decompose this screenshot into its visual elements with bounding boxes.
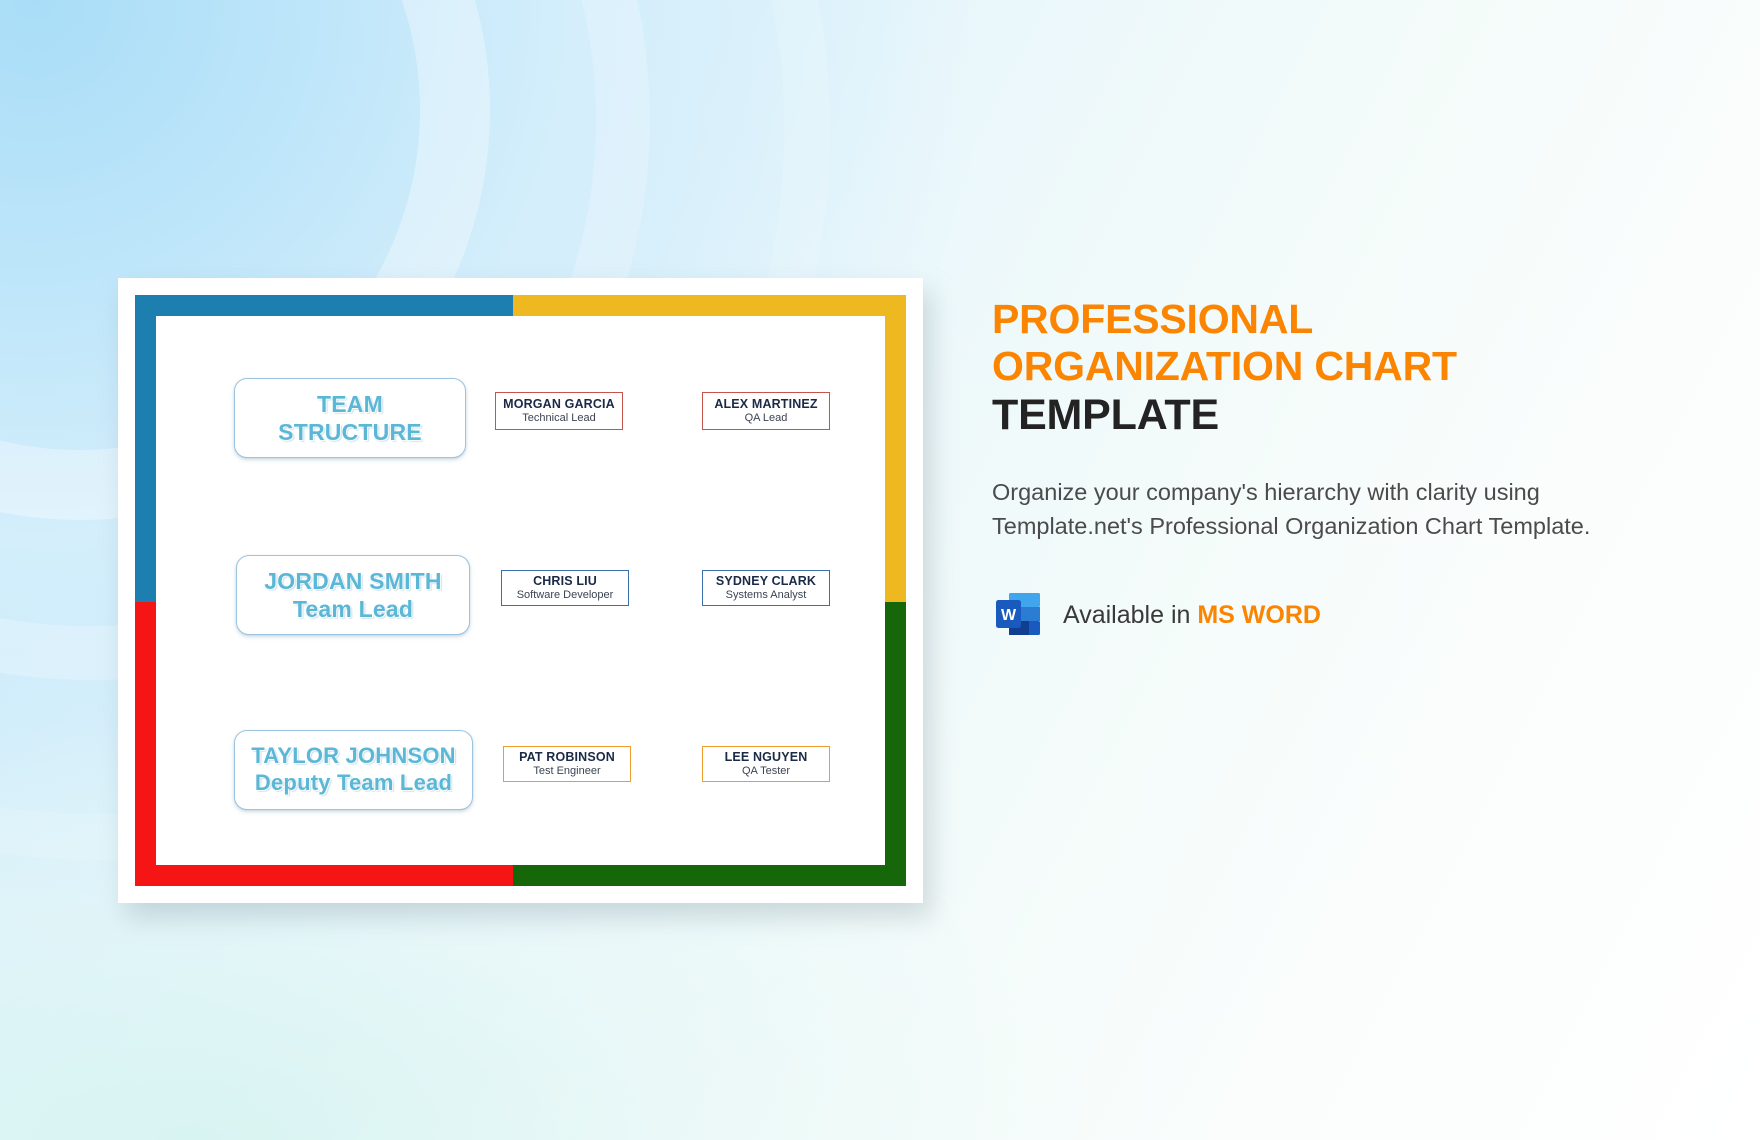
org-member-box[interactable]: PAT ROBINSON Test Engineer — [503, 746, 631, 782]
svg-text:W: W — [1001, 607, 1017, 624]
org-node-deputy-team-lead[interactable]: TAYLOR JOHNSON Deputy Team Lead — [234, 730, 473, 810]
availability-format: MS WORD — [1197, 600, 1321, 629]
member-role: Systems Analyst — [725, 589, 807, 602]
org-member-box[interactable]: ALEX MARTINEZ QA Lead — [702, 392, 830, 430]
member-name: PAT ROBINSON — [519, 750, 615, 765]
page-title-line3: TEMPLATE — [992, 391, 1219, 440]
org-member-box[interactable]: LEE NGUYEN QA Tester — [702, 746, 830, 782]
ms-word-icon: W — [992, 589, 1044, 641]
member-name: MORGAN GARCIA — [503, 397, 615, 412]
frame-bar-bottom-left — [135, 865, 513, 886]
org-member-box[interactable]: SYDNEY CLARK Systems Analyst — [702, 570, 830, 606]
org-node-role: Deputy Team Lead — [254, 770, 453, 795]
org-node-name: JORDAN SMITH — [264, 567, 442, 594]
org-chart-slide-preview[interactable]: TEAM STRUCTURE JORDAN SMITH Team Lead TA… — [118, 278, 931, 917]
org-node-team-lead[interactable]: JORDAN SMITH Team Lead — [236, 555, 470, 635]
frame-bar-top-left — [135, 295, 513, 316]
member-role: QA Tester — [741, 765, 791, 778]
frame-bar-left-bottom — [135, 602, 156, 886]
frame-bar-top-right — [512, 295, 906, 316]
member-role: QA Lead — [744, 412, 788, 425]
template-description: Organize your company's hierarchy with c… — [992, 479, 1591, 539]
member-role: Software Developer — [516, 589, 614, 602]
frame-bar-bottom-right — [512, 865, 906, 886]
slide-inner: TEAM STRUCTURE JORDAN SMITH Team Lead TA… — [135, 295, 906, 886]
frame-bar-left-top — [135, 295, 156, 603]
slide-card: TEAM STRUCTURE JORDAN SMITH Team Lead TA… — [118, 278, 923, 903]
frame-bar-right-top — [885, 295, 906, 603]
org-node-name: TAYLOR JOHNSON — [251, 743, 456, 769]
member-name: SYDNEY CLARK — [715, 574, 817, 589]
member-name: LEE NGUYEN — [724, 750, 808, 765]
info-panel: PROFESSIONAL ORGANIZATION CHART TEMPLATE… — [992, 296, 1632, 641]
member-role: Technical Lead — [522, 412, 596, 425]
availability-prefix: Available in — [1063, 600, 1198, 629]
availability-label: Available in MS WORD — [1063, 601, 1321, 630]
frame-bar-right-bottom — [885, 602, 906, 886]
org-node-team-structure[interactable]: TEAM STRUCTURE — [234, 378, 466, 458]
member-role: Test Engineer — [533, 765, 601, 778]
org-chart: TEAM STRUCTURE JORDAN SMITH Team Lead TA… — [156, 316, 885, 865]
org-node-title-line2: STRUCTURE — [278, 419, 422, 445]
availability-row: W Available in MS WORD — [992, 589, 1632, 641]
org-node-title-line1: TEAM — [317, 390, 383, 417]
page-title-line2: ORGANIZATION CHART — [992, 342, 1457, 389]
org-member-box[interactable]: CHRIS LIU Software Developer — [501, 570, 629, 606]
org-node-role: Team Lead — [292, 596, 414, 622]
member-name: CHRIS LIU — [533, 574, 597, 589]
member-name: ALEX MARTINEZ — [714, 397, 818, 412]
org-member-box[interactable]: MORGAN GARCIA Technical Lead — [495, 392, 623, 430]
page-title-line1: PROFESSIONAL — [992, 296, 1314, 342]
